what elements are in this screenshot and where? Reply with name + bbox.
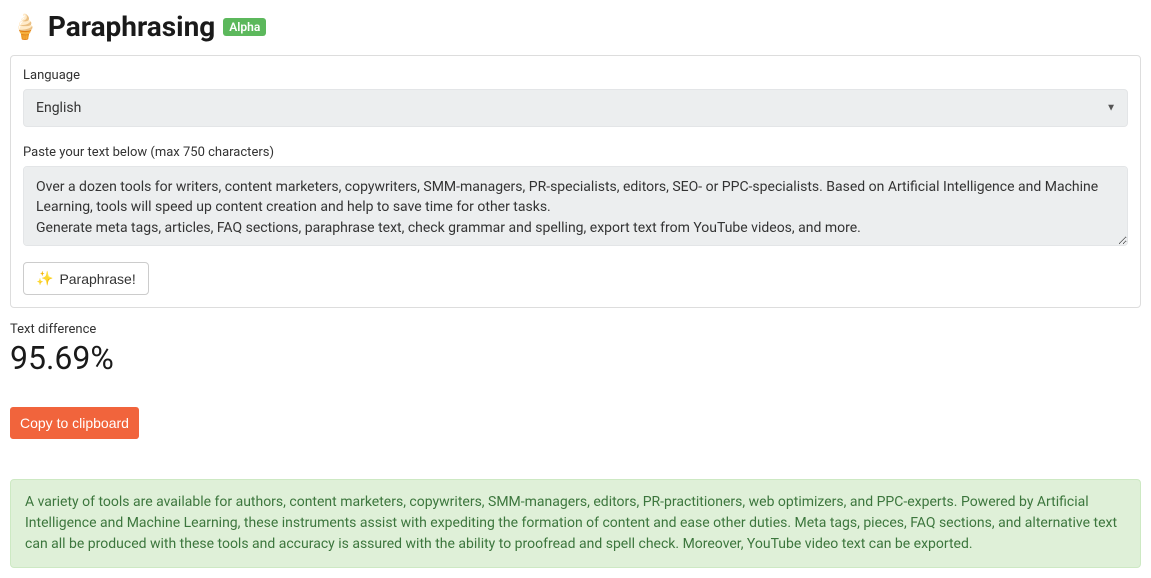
- language-select[interactable]: English: [23, 89, 1128, 127]
- paraphrase-button[interactable]: ✨ Paraphrase!: [23, 262, 149, 295]
- page-title: Paraphrasing: [48, 10, 215, 43]
- language-label: Language: [23, 68, 1128, 83]
- sparkles-icon: ✨: [36, 270, 53, 287]
- copy-to-clipboard-button[interactable]: Copy to clipboard: [10, 407, 139, 439]
- page-header: 🍦 Paraphrasing Alpha: [10, 10, 1141, 43]
- alpha-badge: Alpha: [223, 18, 266, 36]
- text-difference-label: Text difference: [10, 322, 1141, 337]
- text-difference-section: Text difference 95.69%: [10, 322, 1141, 377]
- paraphrase-button-label: Paraphrase!: [59, 271, 135, 287]
- text-input[interactable]: [23, 166, 1128, 246]
- input-card: Language English ▼ Paste your text below…: [10, 55, 1141, 308]
- textarea-label: Paste your text below (max 750 character…: [23, 145, 1128, 160]
- paraphrased-result: A variety of tools are available for aut…: [10, 479, 1141, 568]
- text-difference-value: 95.69%: [10, 339, 1141, 377]
- language-select-wrapper: English ▼: [23, 89, 1128, 127]
- app-icon: 🍦: [10, 13, 40, 41]
